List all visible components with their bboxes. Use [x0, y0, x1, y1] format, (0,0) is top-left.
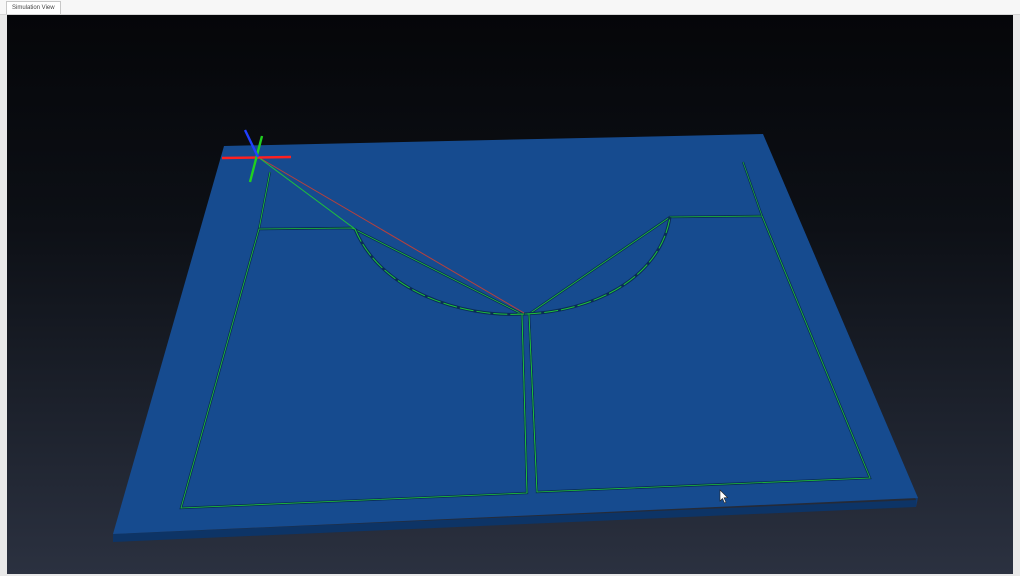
- stock-plate: [113, 134, 918, 534]
- simulation-window: Simulation View: [0, 0, 1020, 576]
- tab-bar: Simulation View: [0, 0, 1020, 15]
- simulation-scene[interactable]: [7, 15, 1013, 574]
- right-frame: [1013, 15, 1020, 574]
- simulation-viewport[interactable]: [7, 15, 1013, 574]
- tab-simulation-view[interactable]: Simulation View: [6, 1, 61, 14]
- left-frame: [0, 15, 7, 574]
